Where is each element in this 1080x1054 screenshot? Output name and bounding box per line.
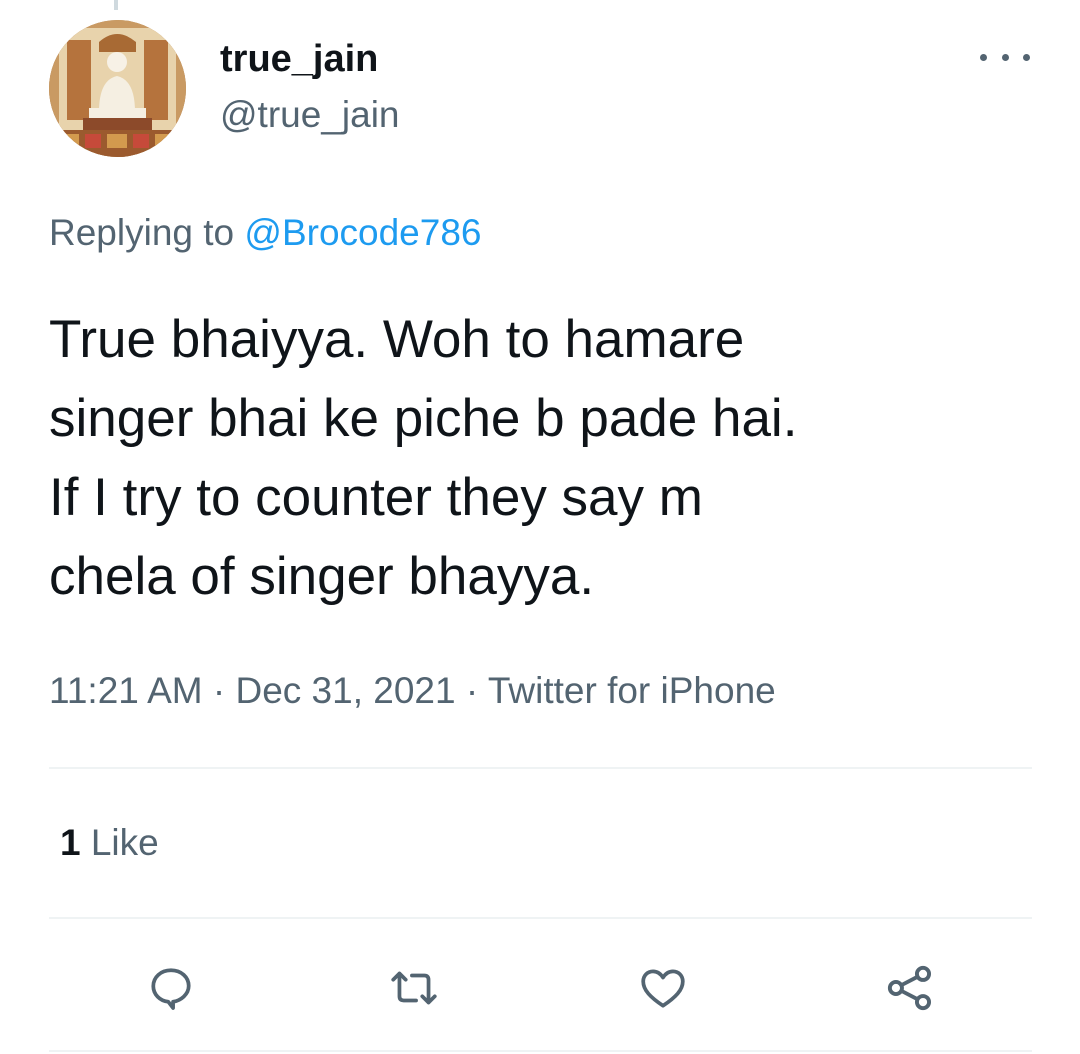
like-button[interactable] [633, 958, 693, 1018]
tweet-time[interactable]: 11:21 AM [49, 670, 203, 711]
tweet-text: True bhaiyya. Woh to hamare singer bhai … [49, 300, 1039, 616]
thread-connector-line [114, 0, 118, 10]
tweet-text-line: True bhaiyya. Woh to hamare [49, 310, 745, 369]
reply-mention-link[interactable]: @Brocode786 [244, 212, 481, 253]
author-display-name[interactable]: true_jain [220, 36, 378, 82]
like-label: Like [90, 822, 159, 863]
meta-separator: · [465, 670, 479, 711]
reply-icon [151, 968, 191, 1010]
more-dot-icon [980, 53, 987, 61]
tweet-text-line: chela of singer bhayya. [49, 547, 595, 606]
share-icon [887, 965, 932, 1011]
tweet-source[interactable]: Twitter for iPhone [488, 670, 776, 711]
more-dot-icon [1023, 53, 1030, 61]
retweet-button[interactable] [384, 958, 444, 1018]
divider [49, 917, 1032, 919]
reply-button[interactable] [141, 958, 201, 1018]
tweet-metadata: 11:21 AM · Dec 31, 2021 · Twitter for iP… [49, 668, 776, 714]
tweet-text-line: If I try to counter they say m [49, 468, 703, 527]
more-dot-icon [1001, 53, 1009, 61]
like-count: 1 [60, 822, 81, 863]
jain-idol-avatar-icon [49, 20, 186, 157]
divider [49, 767, 1032, 769]
tweet-text-line: singer bhai ke piche b pade hai. [49, 389, 798, 448]
replying-to: Replying to @Brocode786 [49, 210, 482, 256]
more-options-button[interactable] [980, 42, 1030, 72]
retweet-icon [391, 971, 437, 1005]
meta-separator: · [212, 670, 226, 711]
likes-count-link[interactable]: 1 Like [60, 820, 159, 866]
divider [49, 1050, 1032, 1052]
share-button[interactable] [880, 958, 940, 1018]
tweet-date[interactable]: Dec 31, 2021 [235, 670, 455, 711]
replying-to-label: Replying to [49, 212, 235, 253]
author-handle[interactable]: @true_jain [220, 92, 400, 138]
avatar[interactable] [49, 20, 186, 157]
heart-icon [641, 969, 685, 1008]
